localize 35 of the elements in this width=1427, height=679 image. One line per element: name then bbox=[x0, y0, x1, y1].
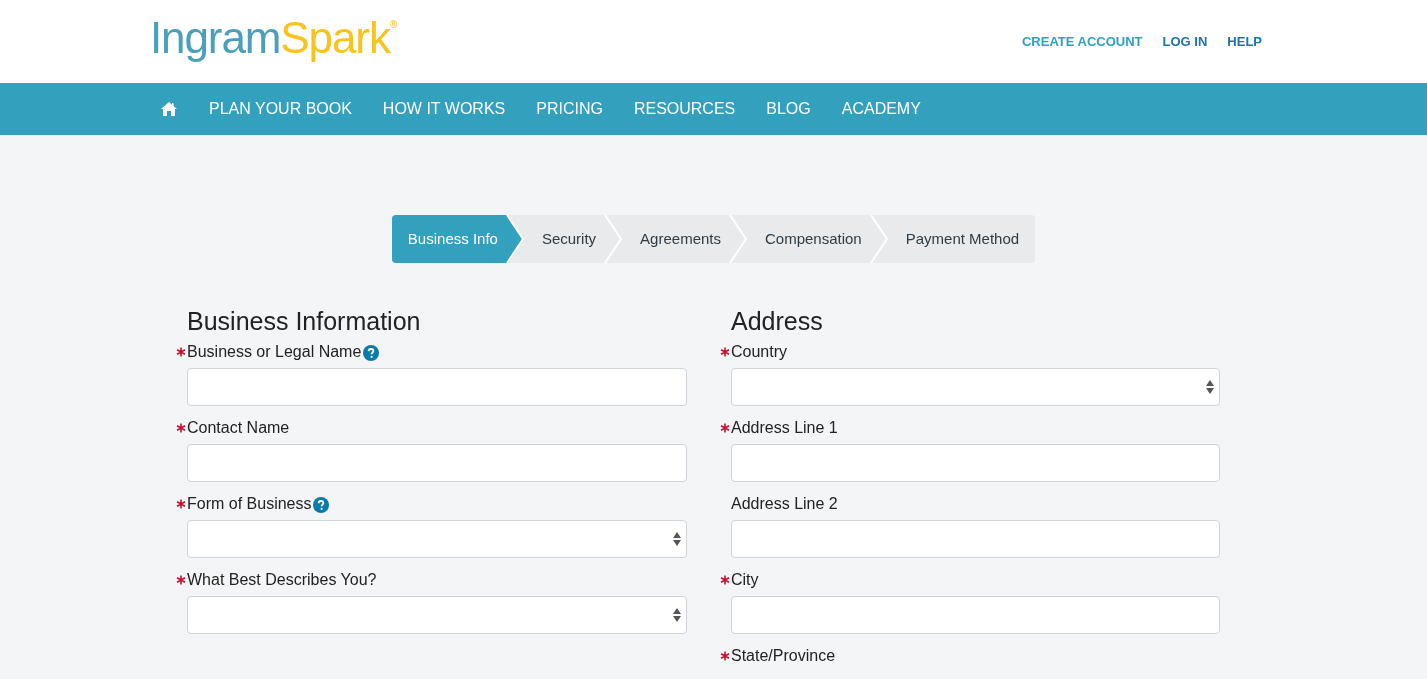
nav-link[interactable]: ACADEMY bbox=[841, 97, 921, 121]
section-heading: Business Information bbox=[187, 309, 422, 334]
input-field[interactable] bbox=[187, 444, 687, 482]
nav-link[interactable]: BLOG bbox=[766, 97, 811, 121]
dropdown-field[interactable] bbox=[187, 596, 687, 634]
input-field[interactable] bbox=[731, 520, 1220, 558]
nav-link[interactable]: PRICING bbox=[536, 97, 603, 121]
input-field[interactable] bbox=[731, 596, 1220, 634]
sort-arrows-icon bbox=[1206, 380, 1214, 394]
home-icon[interactable] bbox=[160, 101, 178, 117]
nav-link[interactable]: PLAN YOUR BOOK bbox=[209, 97, 352, 121]
field-label: What Best Describes You? bbox=[187, 570, 377, 590]
field-label: State/Province bbox=[731, 646, 836, 666]
field-label: Business or Legal Name bbox=[187, 342, 362, 362]
help-icon[interactable] bbox=[313, 497, 330, 513]
logo[interactable]: IngramSpark® bbox=[150, 15, 397, 60]
section-heading: Address bbox=[731, 309, 824, 334]
dropdown-field[interactable] bbox=[731, 368, 1220, 406]
sort-arrows-icon bbox=[673, 608, 681, 622]
input-field[interactable] bbox=[187, 368, 687, 406]
header-link[interactable]: HELP bbox=[1227, 31, 1262, 52]
field-label: Form of Business bbox=[187, 494, 312, 514]
field-label: Contact Name bbox=[187, 418, 290, 438]
header-link[interactable]: LOG IN bbox=[1162, 31, 1208, 52]
header-link[interactable]: CREATE ACCOUNT bbox=[1021, 31, 1143, 52]
field-label: Country bbox=[731, 342, 788, 362]
help-icon[interactable] bbox=[363, 345, 380, 361]
dropdown-field[interactable] bbox=[187, 520, 687, 558]
field-label: Address Line 2 bbox=[731, 494, 838, 514]
input-field[interactable] bbox=[731, 444, 1220, 482]
nav-link[interactable]: HOW IT WORKS bbox=[382, 97, 506, 121]
field-label: City bbox=[731, 570, 759, 590]
nav-link[interactable]: RESOURCES bbox=[633, 97, 736, 121]
sort-arrows-icon bbox=[673, 532, 681, 546]
field-label: Address Line 1 bbox=[731, 418, 838, 438]
